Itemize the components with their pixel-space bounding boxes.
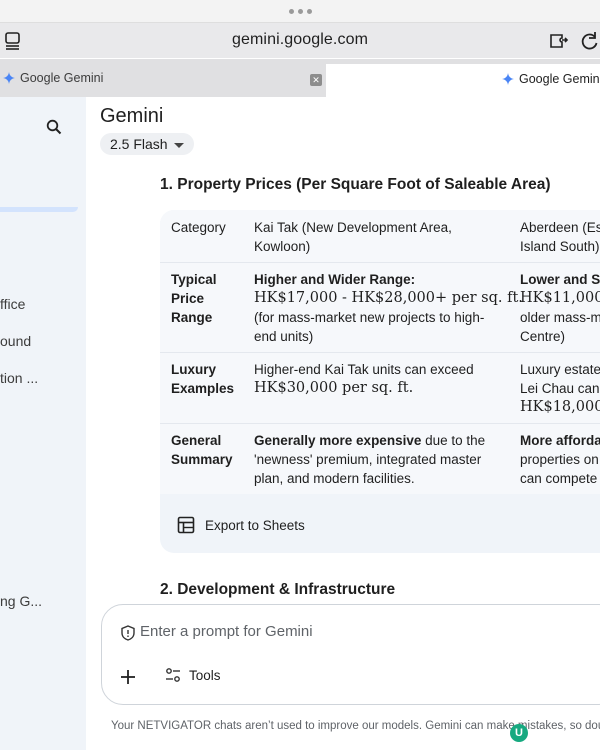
table-cell: HK$11,000 -	[520, 290, 600, 306]
table-grid-icon	[177, 516, 195, 534]
sidebar-item[interactable]: ffice	[0, 296, 25, 312]
table-cell: (for mass-market new projects to high-	[254, 310, 485, 325]
table-cell-text: due to the	[421, 433, 486, 448]
table-cell: Luxury estate	[520, 362, 600, 377]
sidebar-selected-indicator	[0, 207, 78, 212]
row-label: General	[171, 433, 222, 448]
row-label: Price	[171, 291, 205, 306]
gemini-spark-icon	[502, 73, 514, 85]
row-divider	[160, 352, 600, 353]
table-header-cell: Island South)	[520, 239, 600, 254]
table-cell: Centre)	[520, 329, 566, 344]
table-cell: Lei Chau can	[520, 381, 600, 396]
user-badge-icon[interactable]: U	[510, 724, 528, 742]
tab-gemini-active-label[interactable]: Google Gemini	[502, 72, 600, 86]
model-label: 2.5 Flash	[110, 136, 168, 152]
table-cell: HK$30,000 per sq. ft.	[254, 380, 414, 396]
section-heading: 1. Property Prices (Per Square Foot of S…	[160, 176, 551, 193]
address-bar[interactable]: gemini.google.com	[0, 22, 600, 58]
sidebar-item[interactable]: ound	[0, 333, 31, 349]
row-label: Luxury	[171, 362, 217, 377]
table-cell: Generally more expensive due to the	[254, 431, 485, 450]
table-header-cell: Category	[171, 220, 226, 235]
chevron-down-icon	[173, 142, 184, 148]
add-icon[interactable]	[120, 669, 136, 685]
table-cell: Lower and St	[520, 272, 600, 287]
reload-icon[interactable]	[580, 31, 600, 51]
tools-label: Tools	[189, 667, 221, 683]
sidebar: ffice ound tion ... ng G...	[0, 97, 86, 750]
table-cell: HK$18,000 -	[520, 399, 600, 415]
table-cell: HK$17,000 - HK$28,000+ per sq. ft.	[254, 290, 523, 306]
emphasis-text: Generally more expensive	[254, 433, 422, 448]
tab-close-icon[interactable]: ✕	[310, 74, 322, 86]
section-heading: 2. Development & Infrastructure	[160, 581, 396, 598]
tools-button[interactable]: Tools	[165, 667, 221, 683]
row-label: Range	[171, 310, 213, 325]
table-cell: 'newness' premium, integrated master	[254, 452, 482, 467]
export-label: Export to Sheets	[205, 517, 305, 533]
app-title: Gemini	[100, 105, 164, 127]
tab-label: Google Gemini	[519, 72, 600, 86]
table-cell: end units)	[254, 329, 314, 344]
table-cell: Higher and Wider Range:	[254, 272, 416, 287]
table-header-cell: Kowloon)	[254, 239, 311, 254]
table-cell: can compete	[520, 471, 598, 486]
url-text[interactable]: gemini.google.com	[0, 31, 600, 49]
row-label: Typical	[171, 272, 217, 287]
search-icon[interactable]	[46, 119, 62, 135]
sidebar-item[interactable]: ng G...	[0, 593, 42, 609]
table-cell: More afforda	[520, 433, 600, 448]
extensions-icon[interactable]	[549, 31, 571, 51]
tab-gemini-inactive[interactable]: Google Gemini	[0, 62, 300, 94]
gemini-spark-icon	[3, 72, 15, 84]
table-cell: Higher-end Kai Tak units can exceed	[254, 362, 474, 377]
prompt-input[interactable]: Enter a prompt for Gemini	[140, 623, 313, 640]
row-divider	[160, 423, 600, 424]
row-label: Examples	[171, 381, 235, 396]
table-cell: plan, and modern facilities.	[254, 471, 415, 486]
row-divider	[160, 262, 600, 263]
tools-icon	[166, 668, 180, 682]
sidebar-item[interactable]: tion ...	[0, 370, 38, 386]
prompt-box[interactable]: Enter a prompt for Gemini Tools	[101, 604, 600, 705]
row-label: Summary	[171, 452, 233, 467]
table-header-cell: Kai Tak (New Development Area,	[254, 220, 452, 235]
tab-label: Google Gemini	[20, 71, 104, 85]
export-to-sheets-button[interactable]: Export to Sheets	[177, 516, 305, 534]
shield-icon	[121, 625, 135, 641]
table-cell: properties on	[520, 452, 599, 467]
window-grabber[interactable]	[0, 0, 600, 22]
model-selector[interactable]: 2.5 Flash	[100, 133, 194, 155]
table-header-cell: Aberdeen (Es	[520, 220, 600, 235]
table-cell: older mass-m	[520, 310, 600, 325]
